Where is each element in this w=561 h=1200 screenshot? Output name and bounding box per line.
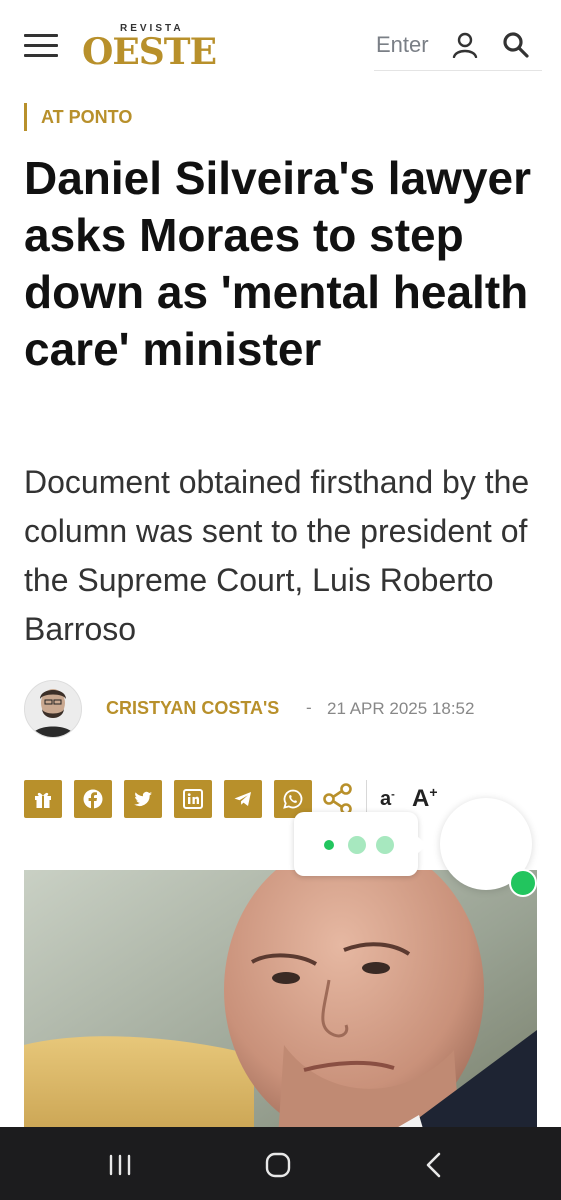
recent-apps-icon[interactable] — [100, 1145, 140, 1185]
decrease-font-button[interactable]: a- — [380, 788, 395, 811]
search-icon[interactable] — [502, 31, 530, 59]
author-avatar[interactable] — [24, 680, 82, 738]
increase-font-button[interactable]: A+ — [412, 784, 438, 813]
section-tag[interactable]: AT PONTO — [24, 103, 132, 131]
twitter-icon — [134, 791, 152, 807]
online-status-dot — [509, 869, 537, 897]
gift-icon — [35, 792, 51, 808]
facebook-share-button[interactable] — [74, 780, 112, 818]
facebook-icon — [83, 789, 103, 809]
author-date-separator: - — [306, 698, 312, 717]
typing-dot — [324, 840, 334, 850]
telegram-icon — [234, 792, 251, 806]
site-header: REVISTA OESTE Enter — [0, 0, 561, 90]
linkedin-icon — [183, 789, 203, 809]
enter-link[interactable]: Enter — [376, 32, 429, 58]
gift-button[interactable] — [24, 780, 62, 818]
linkedin-share-button[interactable] — [174, 780, 212, 818]
share-icon[interactable] — [321, 782, 355, 816]
publish-date: 21 APR 2025 18:52 — [327, 699, 475, 718]
header-divider — [374, 70, 542, 71]
author-name[interactable]: CRISTYAN COSTA'S — [106, 698, 279, 719]
back-icon[interactable] — [414, 1145, 454, 1185]
home-icon[interactable] — [258, 1145, 298, 1185]
typing-dot — [348, 836, 366, 854]
whatsapp-icon — [283, 789, 303, 809]
article-title: Daniel Silveira's lawyer asks Moraes to … — [24, 152, 532, 375]
hamburger-menu-icon[interactable] — [24, 34, 58, 58]
user-icon[interactable] — [452, 32, 478, 58]
twitter-share-button[interactable] — [124, 780, 162, 818]
logo-main-text: OESTE — [82, 31, 217, 73]
telegram-share-button[interactable] — [224, 780, 262, 818]
typing-indicator-bubble[interactable] — [294, 812, 427, 876]
typing-dot — [376, 836, 394, 854]
article-subtitle: Document obtained firsthand by the colum… — [24, 464, 530, 647]
system-navigation-bar — [0, 1127, 561, 1200]
site-logo[interactable]: REVISTA OESTE — [82, 20, 217, 72]
